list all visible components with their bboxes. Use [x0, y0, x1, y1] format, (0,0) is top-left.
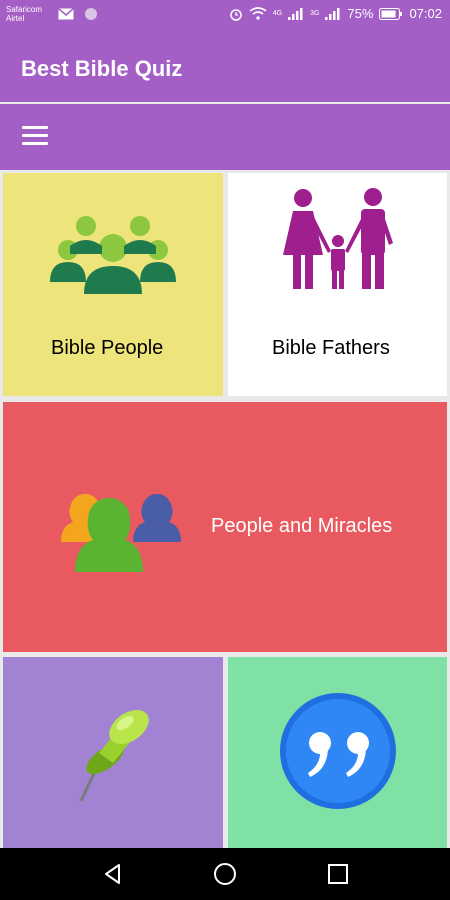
family-icon: [283, 188, 393, 289]
tile-pushpin[interactable]: [3, 657, 223, 848]
tile-bible-people[interactable]: Bible People: [3, 173, 223, 396]
tile-label-bible-people: Bible People: [51, 337, 164, 359]
wifi-icon: [249, 7, 267, 20]
mail-icon: [58, 8, 74, 20]
tile-bible-fathers[interactable]: Bible Fathers: [228, 173, 447, 396]
tile-quotes[interactable]: [228, 657, 447, 848]
home-button[interactable]: [211, 860, 239, 888]
notification-icons: [58, 7, 98, 21]
status-bar: Safaricom Airtel 4G 3G 75% 07:02: [0, 0, 450, 30]
carrier-info: Safaricom Airtel: [6, 5, 42, 23]
recents-button[interactable]: [324, 860, 352, 888]
users-icon: [61, 494, 181, 572]
menu-toolbar: [0, 104, 450, 170]
quote-icon: [280, 693, 396, 809]
status-icons: 4G 3G 75% 07:02: [229, 6, 442, 21]
signal-1-icon: [288, 7, 303, 20]
back-button[interactable]: [99, 860, 127, 888]
recents-square-icon: [328, 864, 348, 884]
pushpin-icon: [79, 709, 149, 802]
app-bar: Best Bible Quiz: [0, 30, 450, 102]
hamburger-menu-icon[interactable]: [22, 126, 48, 148]
signal-2-icon: [325, 7, 340, 20]
tile-label-people-and-miracles: People and Miracles: [211, 515, 393, 537]
signal-1-label: 4G: [272, 10, 283, 17]
battery-icon: [379, 7, 403, 20]
carrier-2: Airtel: [6, 14, 25, 23]
clock: 07:02: [409, 6, 442, 21]
battery-percent: 75%: [347, 6, 374, 21]
home-circle-icon: [214, 863, 236, 885]
alarm-icon: [229, 8, 242, 21]
tile-people-and-miracles[interactable]: People and Miracles: [3, 402, 447, 652]
system-navigation-bar: [0, 848, 450, 900]
carrier-1: Safaricom: [6, 5, 43, 14]
group-people-icon: [50, 216, 176, 294]
app-title: Best Bible Quiz: [21, 56, 183, 81]
tile-label-bible-fathers: Bible Fathers: [272, 337, 390, 359]
back-triangle-icon: [105, 864, 120, 884]
signal-2-label: 3G: [310, 10, 320, 17]
circle-notification-icon: [85, 8, 97, 20]
